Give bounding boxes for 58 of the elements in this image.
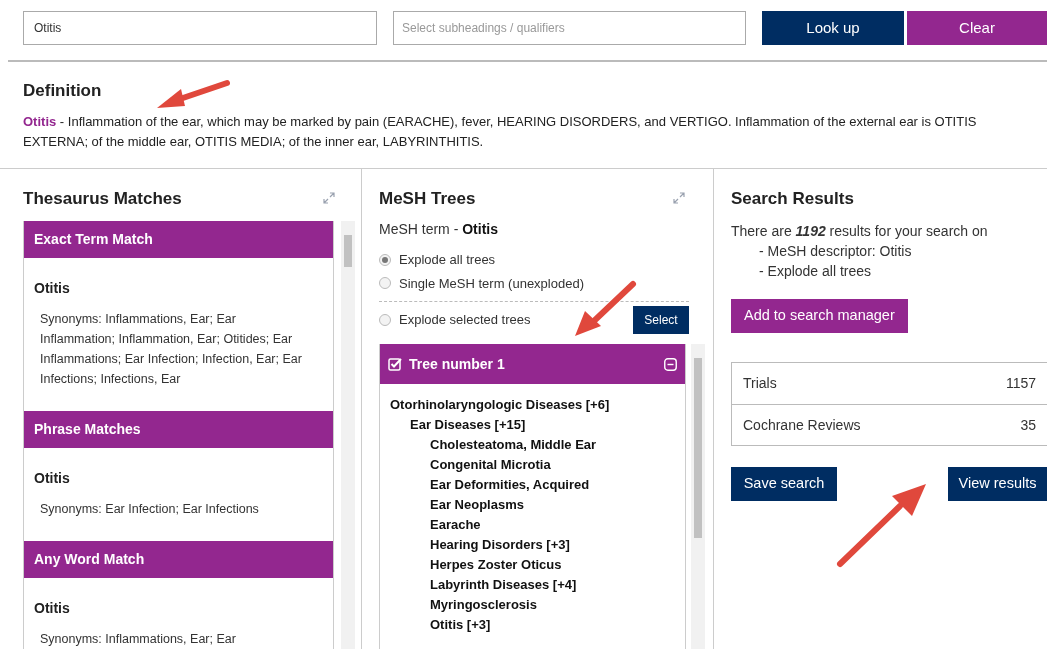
qualifier-field[interactable]: Select subheadings / qualifiers [393,11,746,45]
scrollbar[interactable] [691,344,705,649]
panel-heading: Thesaurus Matches [23,187,182,210]
radio-option[interactable]: Explode all trees [379,250,705,270]
tree-item[interactable]: Ear Neoplasms [390,495,685,515]
expand-icon[interactable] [323,192,335,205]
results-summary: There are 1192 results for your search on [731,222,989,241]
tree-item[interactable]: Ear Diseases [+15] [390,415,685,435]
collapse-icon[interactable] [664,357,677,371]
tree-header[interactable]: Tree number 1 [380,344,685,384]
tree-item[interactable]: Labyrinth Diseases [+4] [390,575,685,595]
search-criterion: - MeSH descriptor: Otitis [758,242,913,261]
look-up-button[interactable]: Look up [762,11,904,45]
synonyms-text: Synonyms: Inflammations, Ear; Ear Inflammation; Inflammation, Ear; Otitides; Ear Inflammations; Ear Infection; Infection, Ear; Ear Infections; Infections, Ear [39,311,303,388]
synonyms-text: Synonyms: Ear Infection; Ear Infections [39,501,260,518]
clear-button[interactable]: Clear [907,11,1047,45]
synonyms-text: Synonyms: Inflammations, Ear; Ear [39,631,237,648]
match-term[interactable]: Otitis [34,468,323,489]
radio-option[interactable]: Explode selected trees [379,310,531,330]
tree-item[interactable]: Congenital Microtia [390,455,685,475]
match-term[interactable]: Otitis [34,598,323,619]
tree-item[interactable]: Ear Deformities, Acquired [390,475,685,495]
section-header: Any Word Match [24,541,333,578]
radio-option[interactable]: Single MeSH term (unexploded) [379,273,705,293]
panel-heading: MeSH Trees [379,187,476,210]
radio-button[interactable] [379,314,391,326]
results-row[interactable]: Cochrane Reviews 35 [732,404,1047,445]
tree-item[interactable]: Herpes Zoster Oticus [390,555,685,575]
add-to-search-manager-button[interactable]: Add to search manager [731,299,908,333]
search-field[interactable]: Otitis [23,11,377,45]
search-criterion: - Explode all trees [758,262,873,281]
result-count: 1157 [1005,374,1036,393]
select-button[interactable]: Select [633,306,689,334]
tree-item[interactable]: Hearing Disorders [+3] [390,535,685,555]
scrollbar[interactable] [341,221,355,649]
result-type: Cochrane Reviews [743,415,861,435]
checkbox-icon[interactable] [388,357,402,371]
result-count: 35 [1020,415,1036,435]
results-row[interactable]: Trials 1157 [732,363,1047,404]
tree-item[interactable]: Otitis [+3] [390,615,685,635]
tree-item[interactable]: Cholesteatoma, Middle Ear [390,435,685,455]
tree-item[interactable]: Earache [390,515,685,535]
section-header: Exact Term Match [24,221,333,258]
match-term[interactable]: Otitis [34,278,323,299]
mesh-term-label: MeSH term - Otitis [379,220,499,239]
view-results-button[interactable]: View results [948,467,1047,501]
expand-icon[interactable] [673,192,685,205]
section-header: Phrase Matches [24,411,333,448]
radio-button[interactable] [379,253,391,266]
radio-button[interactable] [379,277,391,290]
definition-text: Otitis - Inflammation of the ear, which may be marked by pain (EARACHE), fever, HEARING DISORDERS, and VERTIGO. Inflammation of the external ear is OTITIS EXTERNA; of the middle ear, OTITIS MEDIA; of the inner ear, LABYRINTHITIS. [23,112,978,151]
panel-heading: Search Results [731,187,855,210]
tree-item[interactable]: Otorhinolaryngologic Diseases [+6] [390,395,685,415]
result-type: Trials [743,374,777,393]
definition-heading: Definition [23,80,102,102]
save-search-button[interactable]: Save search [731,467,837,501]
tree-title: Tree number 1 [409,354,506,374]
tree-item[interactable]: Myringosclerosis [390,595,685,615]
